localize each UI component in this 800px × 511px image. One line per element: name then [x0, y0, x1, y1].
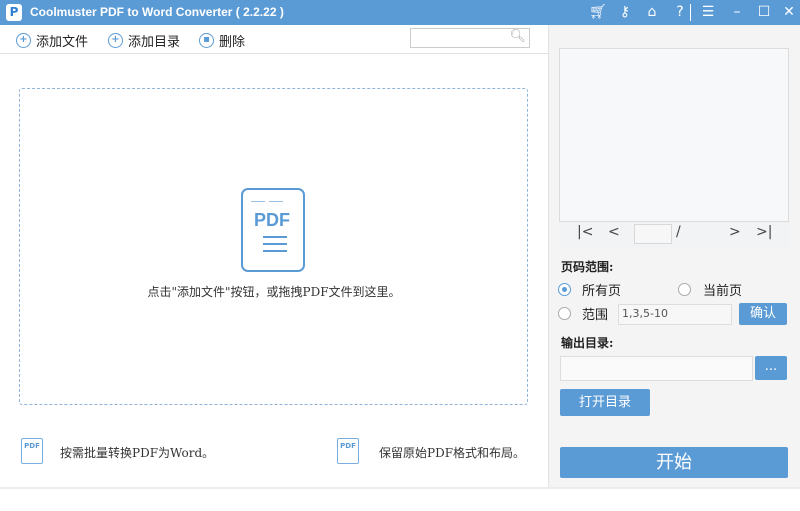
close-icon[interactable]: ✕	[780, 3, 798, 21]
add-folder-icon: +	[108, 32, 123, 48]
key-icon[interactable]: ⚷	[616, 3, 634, 21]
last-page-button[interactable]: >|	[756, 224, 772, 240]
range-input[interactable]: 1,3,5-10	[618, 304, 732, 325]
browse-button[interactable]: ...	[755, 356, 787, 380]
radio-current-page[interactable]	[678, 283, 691, 296]
feature-layout: 保留原始PDF格式和布局。	[379, 446, 526, 460]
cart-icon[interactable]: 🛒︎	[589, 3, 607, 21]
divider	[0, 487, 800, 489]
page-navigation	[559, 221, 789, 248]
divider	[690, 4, 691, 21]
search-input[interactable]: 🔍︎	[410, 28, 530, 48]
start-button[interactable]: 开始	[560, 447, 788, 478]
next-page-button[interactable]: >	[729, 224, 741, 240]
preview-area	[559, 48, 789, 248]
page-separator: /	[676, 224, 681, 240]
pdf-document-icon: PDF	[241, 188, 305, 272]
layout-pdf-icon: PDF	[337, 438, 359, 464]
prev-page-button[interactable]: <	[608, 224, 620, 240]
page-range-label: 页码范围:	[561, 260, 614, 274]
pdf-label: PDF	[254, 210, 290, 230]
page-number-input[interactable]	[634, 224, 672, 244]
divider	[0, 53, 548, 54]
range-label[interactable]: 范围	[582, 304, 608, 323]
feature-batch: 按需批量转换PDF为Word。	[60, 446, 215, 460]
radio-range[interactable]	[558, 307, 571, 320]
add-folder-label: 添加目录	[128, 34, 181, 50]
drop-hint: 点击"添加文件"按钮，或拖拽PDF文件到这里。	[147, 285, 401, 299]
delete-button[interactable]: ▪ 删除	[199, 31, 246, 50]
app-logo-icon: P	[6, 4, 22, 21]
output-dir-label: 输出目录:	[561, 336, 614, 350]
register-icon[interactable]: ☰	[699, 3, 717, 21]
all-pages-label[interactable]: 所有页	[582, 280, 621, 299]
help-icon[interactable]: ?	[671, 3, 689, 21]
output-dir-input[interactable]	[560, 356, 753, 381]
confirm-button[interactable]: 确认	[739, 303, 787, 325]
add-file-label: 添加文件	[36, 34, 89, 50]
window-title: Coolmuster PDF to Word Converter ( 2.2.2…	[30, 5, 284, 19]
add-folder-button[interactable]: + 添加目录	[108, 31, 181, 50]
minimize-icon[interactable]: –	[728, 3, 746, 21]
first-page-button[interactable]: |<	[577, 224, 593, 240]
home-icon[interactable]: ⌂	[643, 3, 661, 21]
add-file-icon: +	[16, 32, 31, 48]
add-file-button[interactable]: + 添加文件	[16, 31, 89, 50]
batch-pdf-icon: PDF	[21, 438, 43, 464]
title-bar: P Coolmuster PDF to Word Converter ( 2.2…	[0, 0, 800, 25]
open-folder-button[interactable]: 打开目录	[560, 389, 650, 416]
maximize-icon[interactable]: ☐	[755, 3, 773, 21]
search-icon[interactable]: 🔍︎	[509, 29, 526, 44]
radio-all-pages[interactable]	[558, 283, 571, 296]
trash-icon: ▪	[199, 32, 214, 48]
current-page-label[interactable]: 当前页	[703, 280, 742, 299]
delete-label: 删除	[219, 34, 246, 50]
